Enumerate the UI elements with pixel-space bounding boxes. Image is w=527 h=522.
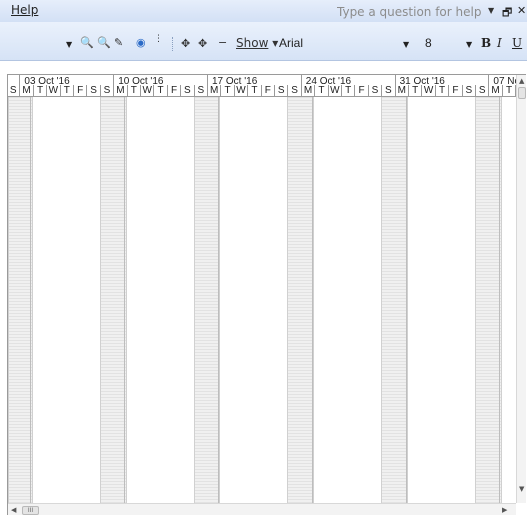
scroll-right-icon[interactable]: ▶	[502, 506, 507, 514]
day-letter: S	[8, 85, 19, 96]
week-divider	[394, 75, 396, 86]
day-letter: S	[461, 85, 475, 96]
week-gridline	[311, 97, 313, 503]
day-letter: F	[448, 85, 461, 96]
day-letter: S	[367, 85, 381, 96]
scroll-up-icon[interactable]: ▲	[519, 77, 524, 85]
weekend-shading	[99, 97, 127, 503]
restore-window-icon[interactable]: 🗗	[502, 4, 512, 23]
show-menu-button[interactable]: Show ▾	[236, 36, 278, 50]
copy-picture-icon[interactable]: ✎	[114, 36, 123, 49]
day-letter: S	[180, 85, 193, 96]
day-letter: F	[354, 85, 367, 96]
day-letter: F	[260, 85, 274, 96]
font-size-field[interactable]: 8	[425, 35, 451, 52]
close-window-icon[interactable]: ✕	[517, 4, 526, 17]
menu-bar: Help ▼ 🗗 ✕	[0, 0, 527, 22]
week-divider	[19, 75, 21, 86]
day-letter: F	[73, 85, 86, 96]
week-divider	[207, 75, 208, 86]
day-letter: S	[475, 85, 488, 96]
bold-button[interactable]: B	[481, 36, 491, 50]
week-divider	[488, 75, 490, 86]
horizontal-scrollbar[interactable]: ◀ III ▶	[8, 503, 516, 515]
week-gridline	[218, 97, 219, 503]
day-letter: S	[193, 85, 207, 96]
toolbar-separator	[172, 37, 173, 51]
underline-button[interactable]: U	[512, 36, 522, 50]
font-name-dropdown-icon[interactable]: ▼	[403, 40, 409, 49]
gantt-chart: SMTWTFSSMTWTFSSMTWTFSSMTWTFSSMTWTFSSMTW0…	[7, 74, 526, 515]
font-size-dropdown-icon[interactable]: ▼	[466, 40, 472, 49]
toolbar-dropdown-icon[interactable]: ▼	[66, 40, 72, 49]
week-label: 10 Oct '16	[118, 76, 164, 87]
week-gridline	[405, 97, 407, 503]
outdent-icon[interactable]: ✥	[181, 37, 190, 50]
week-label: 31 Oct '16	[399, 76, 445, 87]
week-gridline	[499, 97, 501, 503]
weekend-shading	[287, 97, 315, 503]
week-label: 17 Oct '16	[212, 76, 258, 87]
font-name-field[interactable]: Arial	[276, 35, 412, 52]
horizontal-scroll-thumb[interactable]: III	[22, 506, 39, 515]
toolbar-options-icon[interactable]: ⋮	[154, 34, 163, 44]
week-label: 03 Oct '16	[24, 76, 70, 87]
hide-subtasks-icon[interactable]: −	[218, 36, 227, 49]
day-letter: S	[99, 85, 113, 96]
day-letter: S	[274, 85, 287, 96]
timescale-header: SMTWTFSSMTWTFSSMTWTFSSMTWTFSSMTWTFSSMTW0…	[8, 75, 526, 97]
day-letter: S	[287, 85, 300, 96]
scroll-down-icon[interactable]: ▼	[519, 485, 524, 493]
week-gridline	[30, 97, 32, 503]
ask-question-input[interactable]	[337, 3, 497, 20]
week-divider	[113, 75, 115, 86]
zoom-out-icon[interactable]: 🔍	[97, 36, 111, 49]
week-label: 24 Oct '16	[305, 76, 352, 87]
vertical-scroll-thumb[interactable]	[518, 87, 526, 99]
week-divider	[300, 75, 302, 86]
gantt-body[interactable]	[8, 97, 516, 503]
week-gridline	[124, 97, 126, 503]
help-icon[interactable]: ◉	[136, 36, 146, 49]
zoom-in-icon[interactable]: 🔍	[80, 36, 94, 49]
weekend-shading	[8, 97, 33, 503]
vertical-scrollbar[interactable]: ▲ ▼	[516, 75, 526, 503]
weekend-shading	[475, 97, 502, 503]
weekend-shading	[381, 97, 408, 503]
weekend-shading	[193, 97, 221, 503]
day-letter: F	[166, 85, 180, 96]
menu-help[interactable]: Help	[11, 3, 38, 17]
day-letter: S	[86, 85, 99, 96]
ask-dropdown-icon[interactable]: ▼	[488, 6, 494, 15]
day-letter: S	[381, 85, 394, 96]
scroll-left-icon[interactable]: ◀	[11, 506, 16, 514]
italic-button[interactable]: I	[497, 36, 502, 50]
indent-icon[interactable]: ✥	[198, 37, 207, 50]
